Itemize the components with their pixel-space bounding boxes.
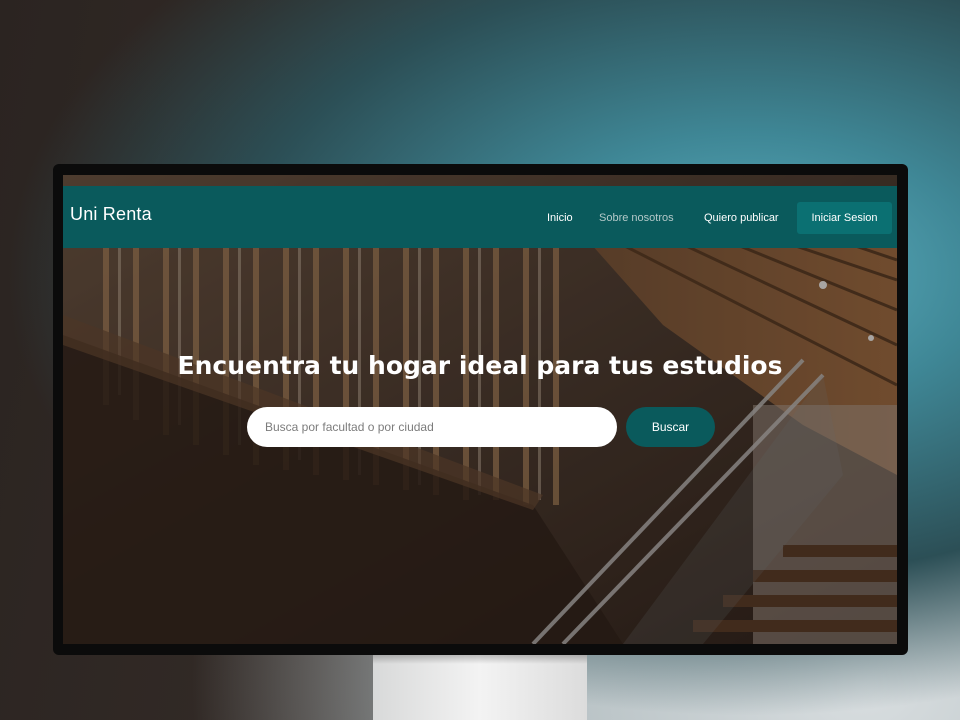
nav-link-quiero-publicar[interactable]: Quiero publicar (704, 212, 779, 224)
website-screen: Uni Renta Inicio Sobre nosotros Quiero p… (63, 175, 897, 644)
navbar: Uni Renta Inicio Sobre nosotros Quiero p… (63, 186, 897, 248)
login-button[interactable]: Iniciar Sesion (797, 202, 892, 234)
brand-logo-text[interactable]: Uni Renta (70, 204, 152, 225)
search-input[interactable] (247, 407, 617, 447)
monitor-stand-shadow (373, 654, 587, 664)
search-button[interactable]: Buscar (626, 407, 715, 447)
nav-link-sobre-nosotros[interactable]: Sobre nosotros (599, 212, 674, 224)
nav-link-inicio[interactable]: Inicio (547, 212, 573, 224)
hero-title: Encuentra tu hogar ideal para tus estudi… (177, 351, 783, 380)
monitor-frame: Uni Renta Inicio Sobre nosotros Quiero p… (53, 164, 908, 655)
